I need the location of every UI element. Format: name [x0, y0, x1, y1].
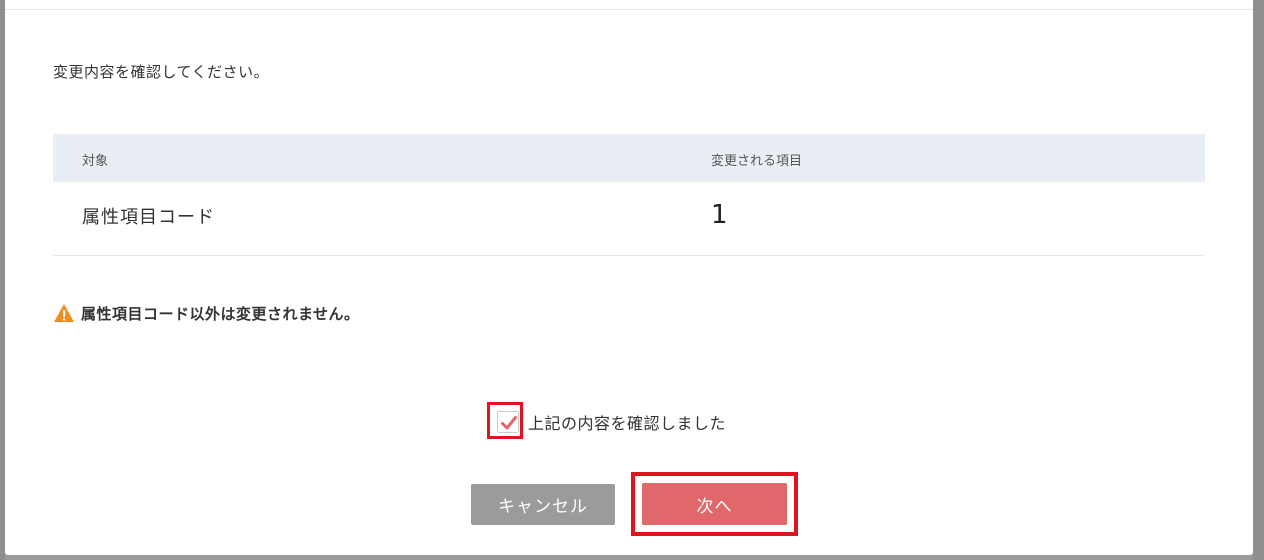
overlay-backdrop-right [1253, 0, 1264, 560]
confirm-checkbox-label[interactable]: 上記の内容を確認しました [528, 410, 726, 434]
next-button[interactable]: 次へ [642, 483, 787, 525]
table-header: 対象 変更される項目 [53, 134, 1205, 182]
cell-target: 属性項目コード [82, 207, 215, 228]
cancel-button[interactable]: キャンセル [471, 484, 615, 525]
dialog-header-divider [5, 9, 1253, 10]
checkmark-icon [501, 416, 517, 430]
cell-changed-value: 1 [711, 200, 728, 230]
warning-triangle-icon [54, 304, 74, 322]
confirm-checkbox[interactable] [497, 411, 519, 433]
warning-text: 属性項目コード以外は変更されません。 [81, 304, 360, 323]
confirm-changes-dialog: 変更内容を確認してください。 対象 変更される項目 属性項目コード 1 属性項目… [5, 0, 1253, 555]
table-row: 属性項目コード 1 [53, 182, 1205, 256]
column-header-target: 対象 [82, 154, 109, 169]
instruction-text: 変更内容を確認してください。 [53, 63, 270, 81]
column-header-changed: 変更される項目 [711, 154, 803, 169]
warning-message: 属性項目コード以外は変更されません。 [53, 302, 360, 324]
changes-table: 対象 変更される項目 属性項目コード 1 [53, 134, 1205, 256]
